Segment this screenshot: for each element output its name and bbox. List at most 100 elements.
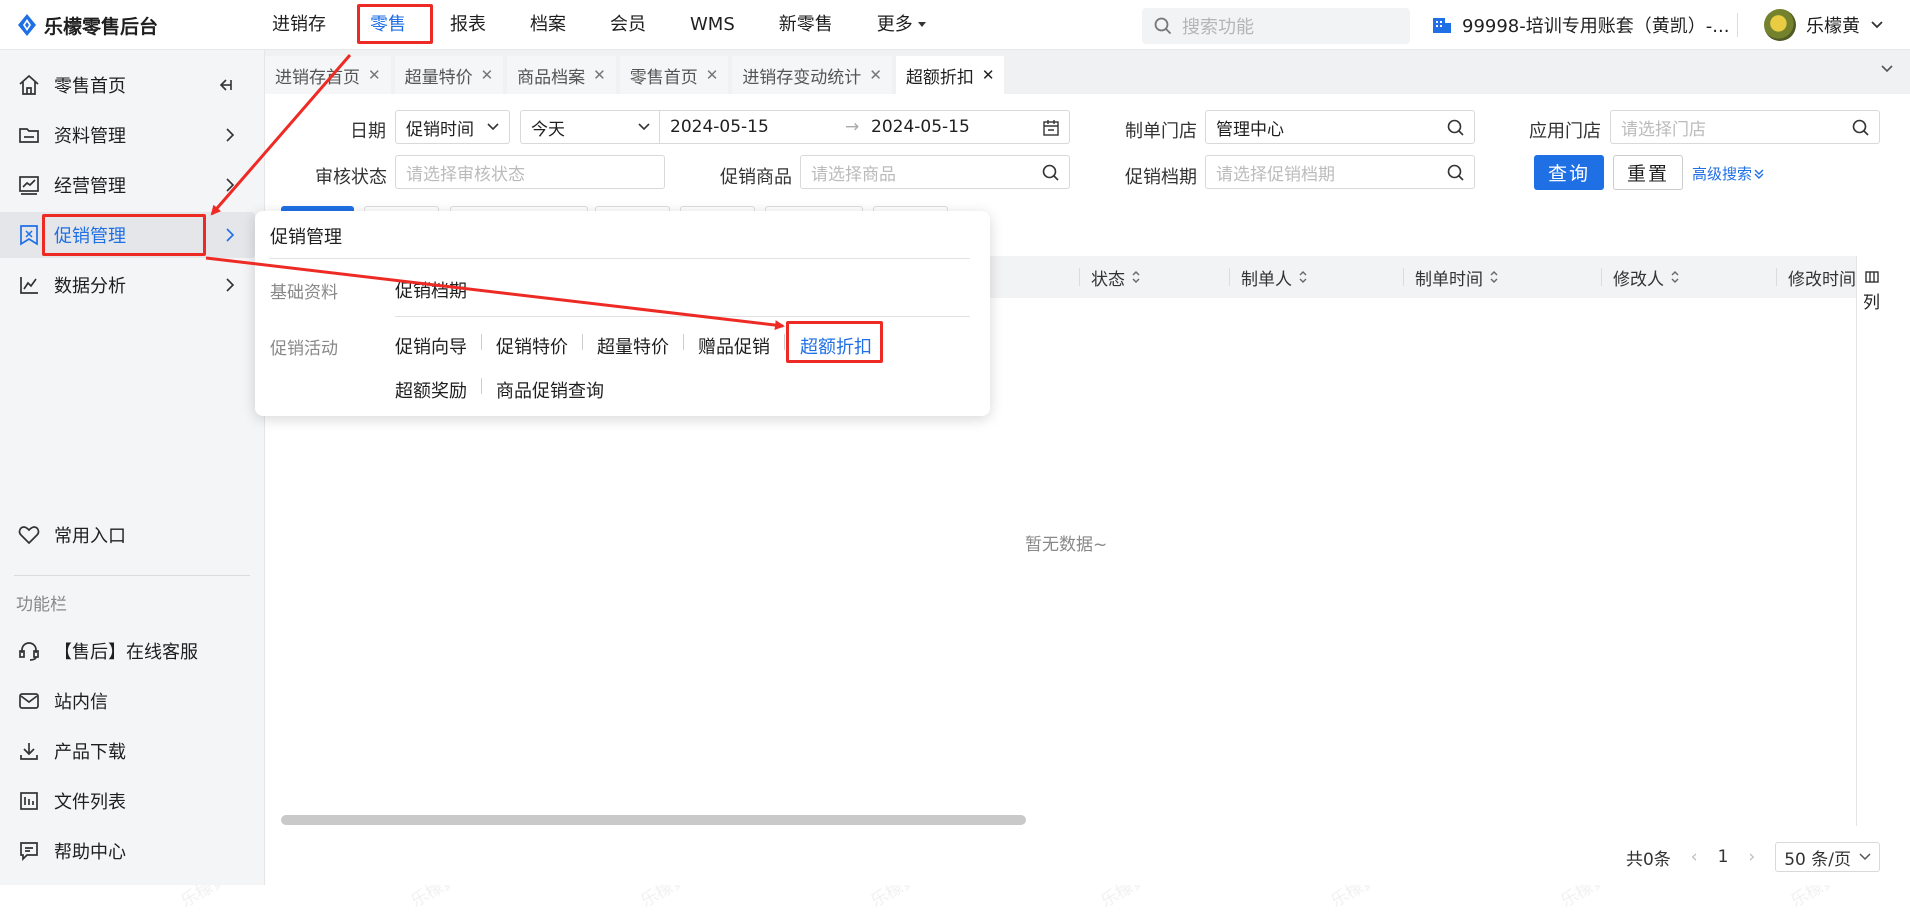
logo-text: 乐檬零售后台 (44, 15, 159, 38)
close-icon[interactable]: ✕ (869, 66, 882, 84)
product-input[interactable]: 请选择商品 (800, 155, 1070, 189)
column-header-created-time[interactable]: 制单时间 (1415, 256, 1499, 298)
apply-store-input[interactable]: 请选择门店 (1610, 110, 1880, 144)
audit-status-select[interactable]: 请选择审核状态 (395, 155, 665, 189)
logo-mark-icon (18, 14, 36, 36)
topnav-item-inventory[interactable]: 进销存 (250, 0, 348, 50)
store-input[interactable]: 管理中心 (1205, 110, 1475, 144)
avatar (1764, 9, 1796, 41)
menu-item-excess-reward[interactable]: 超额奖励 (395, 377, 467, 403)
sidebar-item-label: 文件列表 (54, 792, 126, 813)
close-icon[interactable]: ✕ (481, 66, 494, 84)
headset-icon (19, 642, 39, 661)
folder-icon (19, 128, 39, 143)
sidebar-item-online-service[interactable]: 【售后】在线客服 (0, 628, 255, 674)
divider (481, 334, 482, 350)
next-page-icon[interactable]: › (1748, 847, 1755, 867)
menu-item-promotion-wizard[interactable]: 促销向导 (395, 333, 467, 359)
tab-excess-discount[interactable]: 超额折扣 ✕ (895, 56, 1005, 94)
sort-icon (1299, 271, 1307, 283)
column-header-creator[interactable]: 制单人 (1241, 256, 1308, 298)
menu-item-product-promotion-query[interactable]: 商品促销查询 (496, 377, 604, 403)
total-count: 共0条 (1625, 849, 1671, 870)
close-icon[interactable]: ✕ (368, 66, 381, 84)
close-icon[interactable]: ✕ (982, 66, 995, 84)
search-icon (1154, 17, 1172, 35)
popup-category-activity: 促销活动 (270, 339, 338, 359)
sidebar-item-retail-home[interactable]: 零售首页 (0, 62, 255, 108)
search-input[interactable]: 搜索功能 (1142, 8, 1410, 44)
account-switcher[interactable]: 99998-培训专用账套（黄凯）-... (1432, 0, 1729, 50)
divider (481, 378, 482, 394)
tab-inventory-change-stats[interactable]: 进销存变动统计 ✕ (732, 56, 892, 94)
sidebar: 零售首页 资料管理 经营管理 促销管理 数据分析 常用入口 功能栏 【售后】在线… (0, 50, 265, 885)
audit-status-placeholder: 请选择审核状态 (406, 164, 525, 185)
chevron-down-icon (1859, 853, 1871, 861)
period-placeholder: 请选择促销档期 (1216, 164, 1335, 185)
logo[interactable]: 乐檬零售后台 (16, 0, 158, 50)
topnav-item-reports[interactable]: 报表 (428, 0, 508, 50)
divider (1776, 268, 1777, 286)
sidebar-item-label: 常用入口 (54, 526, 126, 547)
column-header-status[interactable]: 状态 (1091, 256, 1141, 298)
sidebar-item-help-center[interactable]: 帮助中心 (0, 828, 255, 874)
sidebar-item-data-management[interactable]: 资料管理 (0, 112, 255, 158)
query-button[interactable]: 查询 (1534, 155, 1604, 190)
reset-button[interactable]: 重置 (1613, 155, 1683, 190)
date-range-picker[interactable]: 2024-05-15 → 2024-05-15 (659, 110, 1070, 144)
menu-item-promotion-period[interactable]: 促销档期 (395, 277, 467, 303)
topnav-item-archives[interactable]: 档案 (508, 0, 588, 50)
close-icon[interactable]: ✕ (706, 66, 719, 84)
file-list-icon (20, 792, 38, 810)
close-icon[interactable]: ✕ (593, 66, 606, 84)
prev-page-icon[interactable]: ‹ (1691, 847, 1698, 867)
tab-volume-special-price[interactable]: 超量特价 ✕ (394, 56, 504, 94)
period-input[interactable]: 请选择促销档期 (1205, 155, 1475, 189)
annotation-highlight-promotion (42, 214, 206, 256)
date-range-value: 今天 (531, 119, 565, 140)
menu-item-promotion-special-price[interactable]: 促销特价 (496, 333, 568, 359)
date-type-select[interactable]: 促销时间 (395, 110, 510, 144)
columns-icon (1864, 271, 1879, 283)
date-range-select[interactable]: 今天 (520, 110, 660, 144)
store-value: 管理中心 (1216, 119, 1284, 140)
help-message-icon (20, 842, 38, 862)
column-settings-button[interactable]: 列 (1856, 256, 1886, 826)
topnav-more[interactable]: 更多 (855, 0, 949, 50)
sidebar-item-label: 经营管理 (54, 176, 126, 197)
sidebar-item-messages[interactable]: 站内信 (0, 678, 255, 724)
advanced-search-link[interactable]: 高级搜索 (1692, 163, 1764, 184)
horizontal-scrollbar[interactable] (281, 815, 1026, 825)
sidebar-item-label: 数据分析 (54, 276, 126, 297)
page-size-select[interactable]: 50 条/页 (1775, 842, 1880, 872)
apply-store-placeholder: 请选择门店 (1621, 119, 1706, 140)
user-menu[interactable]: 乐檬黄 (1764, 0, 1884, 50)
tab-product-archive[interactable]: 商品档案 ✕ (507, 56, 616, 94)
topnav-item-new-retail[interactable]: 新零售 (757, 0, 855, 50)
user-name: 乐檬黄 (1806, 16, 1860, 37)
tab-label: 超额折扣 (905, 67, 974, 88)
column-header-modified-time[interactable]: 修改时间 (1788, 256, 1856, 298)
column-label: 修改人 (1613, 269, 1664, 290)
menu-item-volume-special-price[interactable]: 超量特价 (597, 333, 669, 359)
sidebar-item-product-download[interactable]: 产品下载 (0, 728, 255, 774)
period-label: 促销档期 (1125, 167, 1197, 188)
divider (1229, 268, 1230, 286)
sidebar-item-file-list[interactable]: 文件列表 (0, 778, 255, 824)
page-number[interactable]: 1 (1718, 847, 1729, 867)
sidebar-item-data-analysis[interactable]: 数据分析 (0, 262, 255, 308)
line-chart-icon (20, 277, 38, 294)
topnav-item-wms[interactable]: WMS (668, 0, 757, 50)
menu-item-gift-promotion[interactable]: 赠品促销 (698, 333, 770, 359)
tab-retail-home[interactable]: 零售首页 ✕ (619, 56, 729, 94)
tab-inventory-home[interactable]: 进销存首页 ✕ (265, 56, 391, 94)
annotation-highlight-retail (357, 4, 433, 44)
sidebar-item-operations[interactable]: 经营管理 (0, 162, 255, 208)
date-label: 日期 (350, 121, 386, 142)
topnav-item-members[interactable]: 会员 (588, 0, 668, 50)
collapse-sidebar-icon[interactable] (217, 77, 235, 93)
chevron-down-icon[interactable] (1880, 64, 1894, 74)
column-header-modifier[interactable]: 修改人 (1613, 256, 1680, 298)
sidebar-item-favorites[interactable]: 常用入口 (0, 512, 255, 558)
caret-down-icon (917, 22, 926, 27)
